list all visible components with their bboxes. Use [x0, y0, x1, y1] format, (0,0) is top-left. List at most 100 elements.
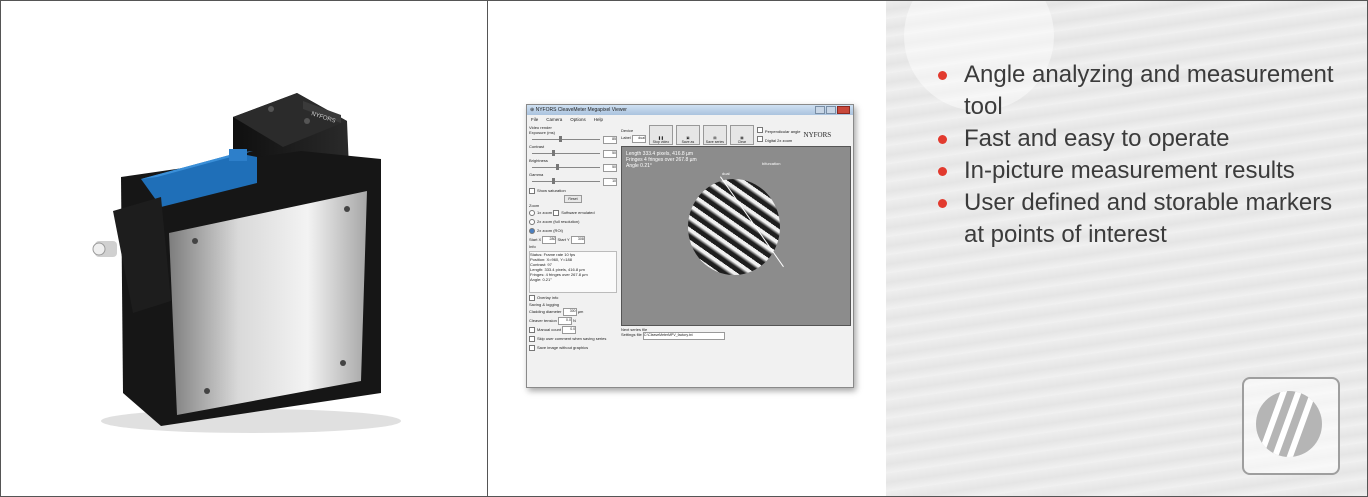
cladding-label: Cladding diameter: [529, 309, 562, 314]
digital-zoom-checkbox[interactable]: [756, 136, 763, 142]
zoom-1x-label: 1x zoom: [537, 210, 553, 215]
manual-count-label: Manual count: [537, 327, 562, 332]
start-y-value[interactable]: 308: [570, 235, 585, 244]
feature-item: Angle analyzing and measurement tool: [936, 59, 1356, 123]
label-label: Label: [621, 134, 631, 140]
striped-globe-logo-icon: [1256, 391, 1322, 457]
overlay-info-text: Length 333.4 pixels, 416.8 µm Fringes 4 …: [626, 151, 697, 169]
feature-list: Angle analyzing and measurement tool Fas…: [936, 59, 1356, 251]
gamma-slider[interactable]: [532, 178, 600, 184]
skip-comment-label: Skip user comment when saving series: [537, 336, 607, 341]
app-icon: ⊕: [530, 107, 535, 113]
reset-button[interactable]: Reset: [564, 195, 582, 203]
brand-logo-box: [1242, 377, 1340, 475]
device-photo-panel: NYFORS: [0, 0, 488, 497]
feature-item: User defined and storable markers at poi…: [936, 187, 1356, 251]
perpendicular-checkbox[interactable]: [756, 127, 763, 133]
marker-ref-label: bifurcation: [762, 161, 781, 166]
save-series-label: Save series: [705, 140, 725, 144]
start-x-value[interactable]: 280: [542, 235, 557, 244]
bullet-dot-icon: [938, 135, 947, 144]
save-series-button[interactable]: ▤ Save series: [702, 125, 727, 145]
product-slide: NYFORS ⊕ NYFORS CleaveMeter Megapixel Vi…: [0, 0, 1368, 497]
clear-label: Clear: [737, 140, 747, 144]
feature-text: Fast and easy to operate: [964, 125, 1230, 152]
info-value: 0.21°: [542, 277, 552, 282]
viewer-app-window: ⊕ NYFORS CleaveMeter Megapixel Viewer Fi…: [526, 104, 854, 388]
zoom-2x-full-label: 2x zoom (full resolution): [537, 219, 580, 224]
contrast-value[interactable]: 50: [603, 149, 617, 158]
app-toolbar: Device Label dual ❚❚ Stop video ▣ Save as …: [621, 125, 851, 145]
save-without-graphics-label: Save image without graphics: [537, 345, 589, 350]
save-without-graphics-checkbox[interactable]: [529, 344, 535, 351]
exposure-value[interactable]: 85: [603, 135, 617, 144]
zoom-2x-roi-label: 2x zoom (ROI): [537, 228, 564, 233]
manual-count-checkbox[interactable]: [529, 326, 535, 333]
menu-options[interactable]: Options: [570, 117, 586, 122]
settings-file-input[interactable]: C:\CleaveMeterMPV_factory.txt: [642, 332, 725, 340]
feature-item: Fast and easy to operate: [936, 123, 1356, 155]
start-x-label: Start X: [529, 237, 542, 242]
info-box: Status: Frame rate 10 fps Position: X=96…: [529, 251, 617, 293]
file-info-area: Next series file Settings file C:\Cleave…: [621, 327, 725, 340]
overlay-info-checkbox[interactable]: [529, 294, 535, 301]
save-as-button[interactable]: ▣ Save as: [675, 125, 700, 145]
menu-help[interactable]: Help: [594, 117, 603, 122]
zoom-1x-radio[interactable]: [529, 209, 535, 216]
menu-file[interactable]: File: [531, 117, 538, 122]
cleaver-label: Cleaver tension: [529, 318, 557, 323]
zoom-2x-roi-radio[interactable]: [529, 227, 535, 234]
label-input[interactable]: dual: [631, 134, 646, 143]
nyfors-logo: NYFORS: [803, 131, 832, 139]
stop-video-button[interactable]: ❚❚ Stop video: [648, 125, 673, 145]
app-menubar: File Camera Options Help: [527, 115, 853, 123]
info-row: Angle: 0.21°: [530, 277, 552, 282]
menu-camera[interactable]: Camera: [546, 117, 562, 122]
clear-button[interactable]: ▦ Clear: [729, 125, 754, 145]
overlay-angle: Angle 0.21°: [626, 163, 652, 169]
cleaver-unit: N: [573, 318, 576, 323]
settings-label: Settings file: [621, 332, 642, 337]
perpendicular-label: Perpendicular angle: [764, 129, 801, 134]
info-title: Info: [529, 244, 536, 249]
feature-text: User defined and storable markers at poi…: [964, 189, 1333, 248]
cleave-meter-device-image: NYFORS: [92, 93, 401, 433]
cleaver-value[interactable]: 0.0: [557, 316, 572, 325]
zoom-2x-full-radio[interactable]: [529, 218, 535, 225]
software-emulated-label: Software emulated: [561, 210, 595, 215]
maximize-icon[interactable]: [826, 106, 836, 114]
start-y-label: Start Y: [557, 237, 570, 242]
cladding-value[interactable]: 300: [562, 307, 577, 316]
manual-count-value[interactable]: 0.0: [562, 325, 577, 334]
overlay-info-label: Overlay info: [537, 295, 559, 300]
stop-video-label: Stop video: [652, 140, 670, 144]
feature-text: In-picture measurement results: [964, 157, 1295, 184]
feature-item: In-picture measurement results: [936, 155, 1356, 187]
camera-view[interactable]: Length 333.4 pixels, 416.8 µm Fringes 4 …: [621, 146, 851, 326]
software-screenshot-panel: ⊕ NYFORS CleaveMeter Megapixel Viewer Fi…: [487, 0, 887, 497]
brightness-value[interactable]: 50: [603, 163, 617, 172]
show-saturation-label: Show saturation: [537, 188, 566, 193]
show-saturation-checkbox[interactable]: [529, 187, 535, 194]
close-icon[interactable]: [837, 106, 850, 114]
control-sidebar: Video render Exposure (ms) 85 Contrast 5…: [529, 125, 617, 383]
skip-comment-checkbox[interactable]: [529, 335, 535, 342]
gamma-value[interactable]: 10: [603, 177, 617, 186]
bullet-dot-icon: [938, 167, 947, 176]
software-emulated-checkbox[interactable]: [553, 209, 560, 216]
save-as-label: Save as: [681, 140, 695, 144]
info-key: Angle: [530, 277, 541, 282]
exposure-slider[interactable]: [532, 136, 600, 142]
fiber-end-interference-image: [688, 179, 780, 275]
digital-zoom-label: Digital 2x zoom: [764, 138, 793, 143]
marker-dual-label: dual: [722, 171, 730, 176]
device-label: Device: [621, 127, 634, 133]
bullet-dot-icon: [938, 71, 947, 80]
app-title: NYFORS CleaveMeter Megapixel Viewer: [535, 107, 627, 113]
minimize-icon[interactable]: [815, 106, 825, 114]
feature-text: Angle analyzing and measurement tool: [964, 61, 1334, 120]
contrast-slider[interactable]: [532, 150, 600, 156]
app-titlebar: ⊕ NYFORS CleaveMeter Megapixel Viewer: [527, 105, 853, 115]
brightness-slider[interactable]: [532, 164, 600, 170]
cladding-unit: µm: [577, 309, 584, 314]
